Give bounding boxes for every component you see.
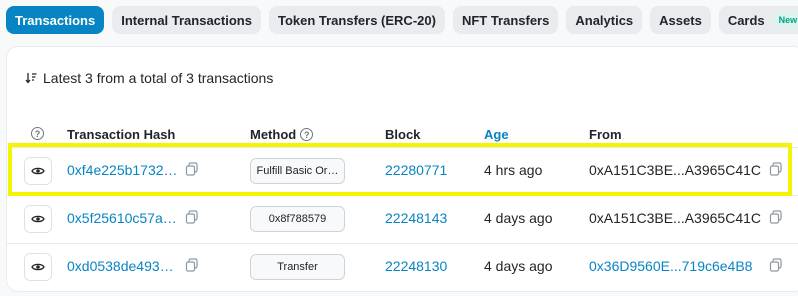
tab-assets[interactable]: Assets <box>650 6 711 34</box>
block-link[interactable]: 22248143 <box>385 210 447 226</box>
block-link[interactable]: 22280771 <box>385 162 447 178</box>
tab-label: NFT Transfers <box>461 12 550 28</box>
age-value: 4 days ago <box>484 210 553 226</box>
tab-token-transfers[interactable]: Token Transfers (ERC-20) <box>268 6 445 34</box>
table-row: 0x5f25610c57a… 0x8f788579 22248143 4 day… <box>7 195 798 243</box>
help-column-header[interactable]: ? <box>31 127 44 140</box>
tab-label: Internal Transactions <box>121 12 252 28</box>
column-label: From <box>589 127 622 142</box>
block-link[interactable]: 22248130 <box>385 258 447 274</box>
transactions-summary: Latest 3 from a total of 3 transactions <box>25 70 273 86</box>
age-value: 4 hrs ago <box>484 162 543 178</box>
method-label: 0x8f788579 <box>268 213 327 225</box>
column-label: Block <box>385 127 421 142</box>
copy-icon[interactable] <box>185 210 199 224</box>
new-badge: New <box>773 13 798 27</box>
tab-bar: Transactions Internal Transactions Token… <box>6 6 798 36</box>
copy-icon[interactable] <box>769 258 783 272</box>
copy-icon[interactable] <box>185 162 199 176</box>
column-header-method: Method ? <box>250 127 314 142</box>
transaction-hash-link[interactable]: 0xf4e225b1732… <box>67 162 178 178</box>
view-details-button[interactable] <box>24 157 52 185</box>
age-value: 4 days ago <box>484 258 553 274</box>
eye-icon <box>31 263 45 271</box>
method-badge: 0x8f788579 <box>250 206 345 232</box>
view-details-button[interactable] <box>24 253 52 281</box>
from-address: 0xA151C3BE...A3965C41C <box>589 210 761 226</box>
column-label: Method <box>250 127 297 142</box>
tab-nft-transfers[interactable]: NFT Transfers <box>452 6 559 34</box>
method-label: Transfer <box>277 261 318 273</box>
tab-cards[interactable]: Cards New <box>718 6 798 34</box>
transaction-hash-link[interactable]: 0x5f25610c57a… <box>67 210 177 226</box>
column-label: Age <box>484 127 509 142</box>
copy-icon[interactable] <box>185 258 199 272</box>
question-icon: ? <box>31 127 44 140</box>
copy-icon[interactable] <box>769 210 783 224</box>
question-icon[interactable]: ? <box>300 128 314 141</box>
transaction-hash-link[interactable]: 0xd0538de493… <box>67 258 174 274</box>
tab-analytics[interactable]: Analytics <box>566 6 643 34</box>
tab-label: Token Transfers (ERC-20) <box>277 12 436 28</box>
view-details-button[interactable] <box>24 205 52 233</box>
column-header-from: From <box>589 127 622 142</box>
tab-label: Assets <box>659 12 702 28</box>
tab-transactions[interactable]: Transactions <box>6 6 105 34</box>
tab-label: Analytics <box>575 12 634 28</box>
eye-icon <box>31 167 45 175</box>
table-row: 0xf4e225b1732… Fulfill Basic Or… 2228077… <box>7 147 798 195</box>
transactions-card: Latest 3 from a total of 3 transactions … <box>6 46 798 292</box>
method-badge: Fulfill Basic Or… <box>250 158 345 184</box>
tab-internal-transactions[interactable]: Internal Transactions <box>112 6 261 34</box>
from-address: 0xA151C3BE...A3965C41C <box>589 162 761 178</box>
column-header-block: Block <box>385 127 420 142</box>
column-header-age[interactable]: Age <box>484 127 509 142</box>
method-label: Fulfill Basic Or… <box>256 165 339 177</box>
method-badge: Transfer <box>250 254 345 280</box>
from-address-link[interactable]: 0x36D9560E...719c6e4B8 <box>589 258 752 274</box>
eye-icon <box>31 215 45 223</box>
sort-descending-icon[interactable] <box>25 72 37 84</box>
copy-icon[interactable] <box>769 162 783 176</box>
column-label: Transaction Hash <box>67 127 176 142</box>
tab-label: Transactions <box>15 12 96 28</box>
summary-text: Latest 3 from a total of 3 transactions <box>43 70 274 86</box>
table-row: 0xd0538de493… Transfer 22248130 4 days a… <box>7 243 798 291</box>
tab-label: Cards <box>727 12 765 28</box>
column-header-hash: Transaction Hash <box>67 127 175 142</box>
